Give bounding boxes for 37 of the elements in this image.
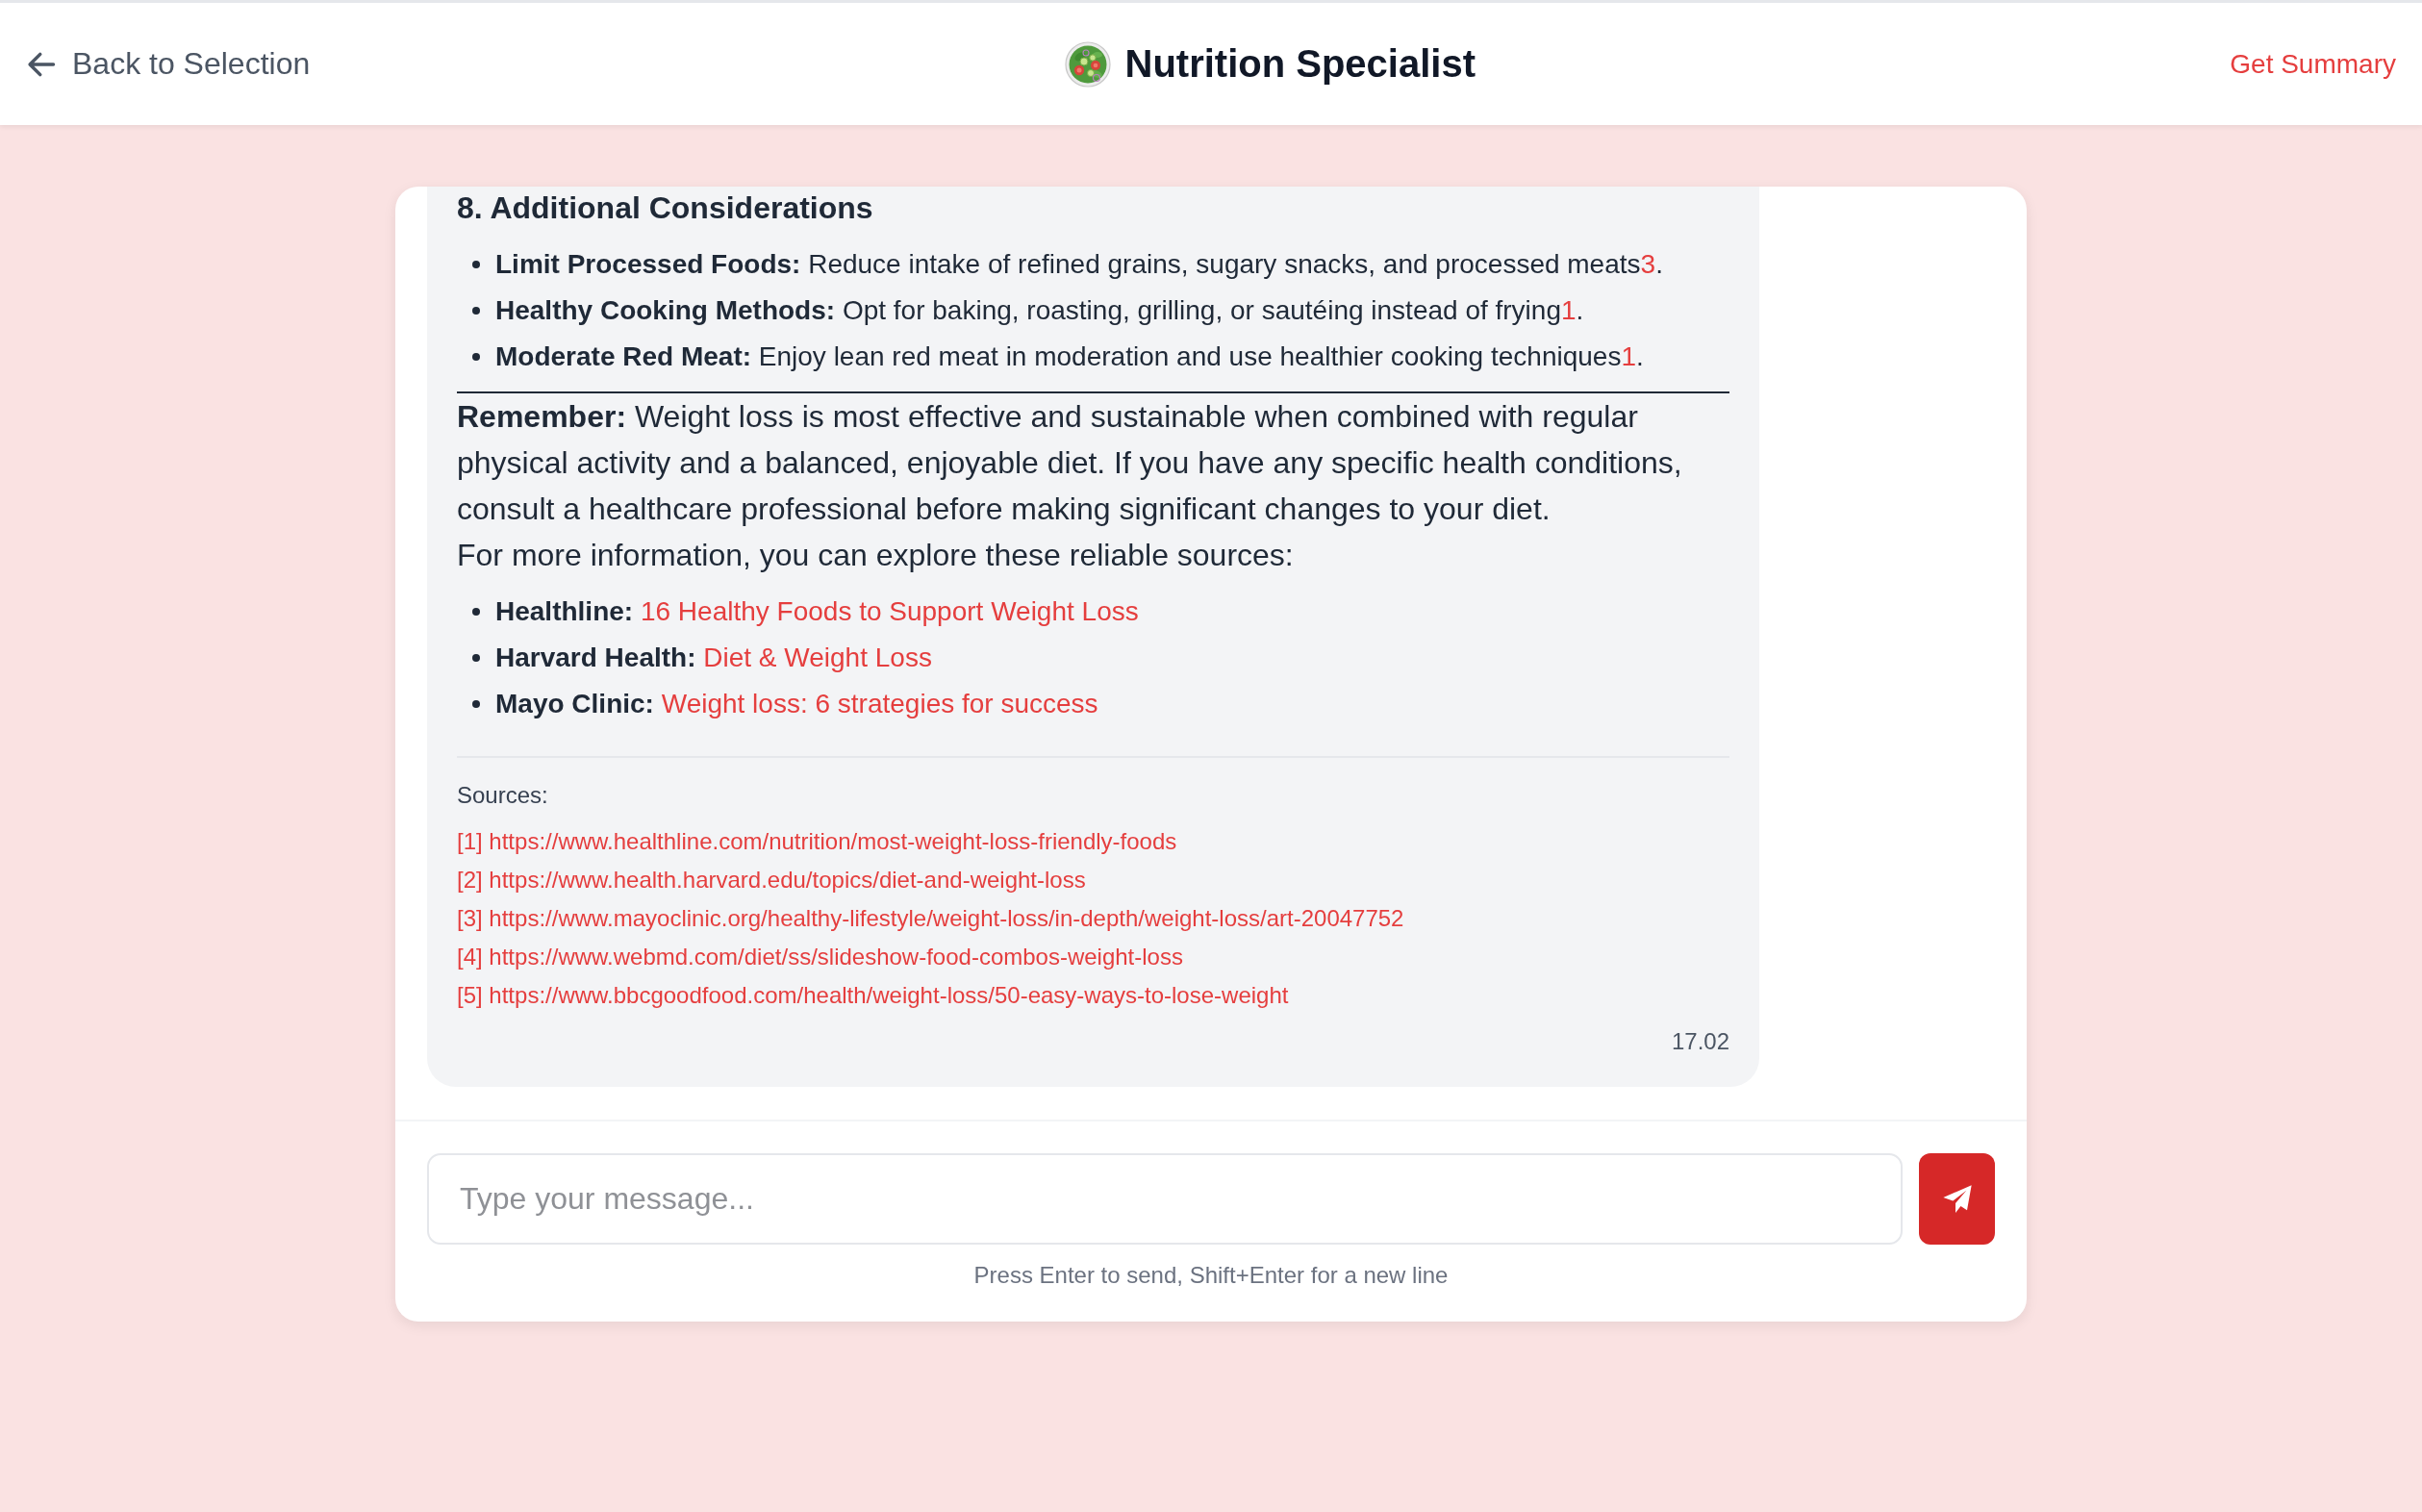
sources-label: Sources:	[457, 781, 548, 810]
get-summary-button[interactable]: Get Summary	[2230, 48, 2396, 80]
send-button[interactable]	[1919, 1153, 1995, 1245]
source-link[interactable]: [1] https://www.healthline.com/nutrition/most-weight-loss-friendly-foods	[457, 822, 1177, 861]
bullet-icon	[472, 353, 480, 361]
citation-link[interactable]: 3	[1640, 249, 1656, 279]
message-input[interactable]: Type your message...	[427, 1153, 1903, 1245]
source-link[interactable]: [2] https://www.health.harvard.edu/topics/diet-and-weight-loss	[457, 861, 1086, 899]
list-item: Limit Processed Foods: Reduce intake of refined grains, sugary snacks, and processed meats3.	[495, 248, 1663, 281]
resource-link[interactable]: Weight loss: 6 strategies for success	[661, 689, 1098, 718]
source-link[interactable]: [3] https://www.mayoclinic.org/healthy-lifestyle/weight-loss/in-depth/weight-loss/art-20047752	[457, 899, 1404, 938]
bullet-icon	[472, 654, 480, 662]
bullet-icon	[472, 307, 480, 315]
chat-title: Nutrition Specialist	[1124, 42, 1476, 86]
arrow-left-icon	[27, 50, 56, 78]
paragraph: For more information, you can explore these reliable sources:	[457, 537, 1295, 574]
resource-link[interactable]: 16 Healthy Foods to Support Weight Loss	[640, 596, 1139, 626]
bullet-icon	[472, 261, 480, 268]
salad-bowl-icon	[1064, 40, 1111, 88]
list-item: Moderate Red Meat: Enjoy lean red meat in moderation and use healthier cooking techniques1.	[495, 340, 1644, 373]
source-link[interactable]: [4] https://www.webmd.com/diet/ss/slideshow-food-combos-weight-loss	[457, 938, 1183, 976]
citation-link[interactable]: 1	[1561, 295, 1577, 325]
paragraph: Remember: Weight loss is most effective and sustainable when combined with regular physical activity and a balanced, enjoyable diet. If you have any specific health conditions, consult a healthcare professional before making significant changes to your diet.	[457, 398, 1683, 528]
citation-link[interactable]: 1	[1621, 341, 1636, 371]
paper-plane-icon	[1941, 1183, 1973, 1215]
message-time: 17.02	[1671, 1027, 1729, 1056]
section-heading: 8. Additional Considerations	[457, 189, 874, 227]
input-hint: Press Enter to send, Shift+Enter for a new line	[973, 1261, 1449, 1290]
source-link[interactable]: [5] https://www.bbcgoodfood.com/health/weight-loss/50-easy-ways-to-lose-weight	[457, 976, 1289, 1015]
resource-link[interactable]: Diet & Weight Loss	[703, 643, 932, 672]
list-item: Mayo Clinic: Weight loss: 6 strategies for success	[495, 688, 1098, 720]
list-item: Harvard Health: Diet & Weight Loss	[495, 642, 932, 674]
back-link[interactable]: Back to Selection	[27, 46, 311, 82]
list-item: Healthy Cooking Methods: Opt for baking, roasting, grilling, or sautéing instead of frying1.	[495, 294, 1584, 327]
list-item: Healthline: 16 Healthy Foods to Support Weight Loss	[495, 595, 1139, 628]
bullet-icon	[472, 608, 480, 616]
bullet-icon	[472, 700, 480, 708]
